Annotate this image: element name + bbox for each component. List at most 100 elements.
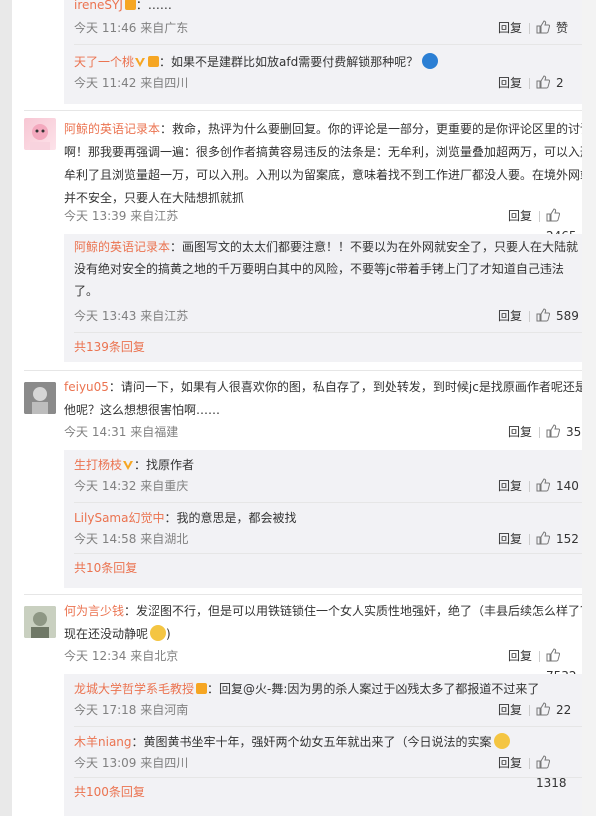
sub-comment-box: ireneSYJ ：…… 今天 11:46 来自广东 回复 赞 天了一个桃 ：如果不… xyxy=(64,0,594,104)
like-button[interactable]: 589 xyxy=(536,306,584,326)
reply-button[interactable]: 回复 xyxy=(498,18,522,38)
reply-button[interactable]: 回复 xyxy=(498,306,522,326)
like-button[interactable]: 152 xyxy=(536,529,584,549)
reply-button[interactable]: 回复 xyxy=(498,476,522,496)
comment-source: 来自江苏 xyxy=(140,309,189,323)
comment-meta: 今天 13:09 来自四川 回复 1318 xyxy=(74,753,584,790)
username-link[interactable]: LilySama幻觉中 xyxy=(74,511,164,525)
comment-time: 今天 13:39 xyxy=(64,209,127,223)
divider xyxy=(24,370,594,371)
avatar[interactable] xyxy=(24,118,56,150)
sub-comment-box: 龙城大学哲学系毛教授 ：回复@火-舞:因为男的杀人案过于凶残太多了都报道不过来了 … xyxy=(64,674,594,816)
comment-panel: ireneSYJ ：…… 今天 11:46 来自广东 回复 赞 天了一个桃 ：如果不… xyxy=(12,0,596,816)
username-link[interactable]: 阿鲸的英语记录本 xyxy=(74,240,170,254)
reply-button[interactable]: 回复 xyxy=(498,753,522,773)
like-button[interactable]: 140 xyxy=(536,476,584,496)
avatar[interactable] xyxy=(24,606,56,638)
comment-time: 今天 12:34 xyxy=(64,649,127,663)
more-replies-link[interactable]: 共139条回复 xyxy=(64,333,594,361)
reply-button[interactable]: 回复 xyxy=(498,529,522,549)
comment-source: 来自四川 xyxy=(140,756,189,770)
comment-text: ：…… xyxy=(135,0,172,12)
sub-comment: 龙城大学哲学系毛教授 ：回复@火-舞:因为男的杀人案过于凶残太多了都报道不过来了 … xyxy=(64,674,594,720)
reply-button[interactable]: 回复 xyxy=(498,700,522,720)
comment-source: 来自江苏 xyxy=(130,209,179,223)
member-badge-icon xyxy=(196,683,208,694)
comment-text: ：回复@火-舞:因为男的杀人案过于凶残太多了都报道不过来了 xyxy=(207,682,540,696)
more-replies-count: 139 xyxy=(86,340,109,354)
thumbs-up-icon xyxy=(536,308,550,322)
thumbs-up-icon xyxy=(536,702,550,716)
like-count: 152 xyxy=(556,532,579,546)
comment-text: ：请问一下，如果有人很喜欢你的图，私自存了，到处转发，到时候jc是找原画作者呢还… xyxy=(64,380,596,417)
sub-comment: LilySama幻觉中：我的意思是，都会被找 今天 14:58 来自湖北 回复 … xyxy=(64,503,594,549)
more-replies-link[interactable]: 共100条回复 xyxy=(64,778,594,806)
comment-time: 今天 11:46 xyxy=(74,21,137,35)
doraemon-emoji-icon xyxy=(422,53,439,69)
comment-meta: 今天 13:39 来自江苏 回复 2465 xyxy=(64,206,594,243)
comment-time: 今天 13:43 xyxy=(74,309,137,323)
username-link[interactable]: 木羊niang xyxy=(74,735,132,749)
scrollbar[interactable] xyxy=(582,0,596,816)
username-link[interactable]: 阿鲸的英语记录本 xyxy=(64,122,160,136)
thumbs-up-icon xyxy=(546,424,560,438)
comment-source: 来自湖北 xyxy=(140,532,189,546)
sub-comment-box: 生打杨枝 ：找原作者 今天 14:32 来自重庆 回复 140 LilySama幻… xyxy=(64,450,594,588)
separator xyxy=(529,705,530,716)
sub-comment: 木羊niang：黄图黄书坐牢十年，强奸两个幼女五年就出来了（今日说法的实案 今天… xyxy=(64,727,594,790)
separator xyxy=(539,427,540,438)
sub-comment: 天了一个桃 ：如果不是建群比如放afd需要付费解锁那种呢？ 今天 11:42 来自… xyxy=(64,45,594,93)
comment-source: 来自广东 xyxy=(140,21,189,35)
comment-meta: 今天 11:42 来自四川 回复 2 xyxy=(74,73,584,93)
like-count: 22 xyxy=(556,703,572,717)
reply-button[interactable]: 回复 xyxy=(508,422,532,442)
avatar[interactable] xyxy=(24,382,56,414)
more-replies-link[interactable]: 共10条回复 xyxy=(64,554,594,582)
like-count: 589 xyxy=(556,309,579,323)
member-badge-icon xyxy=(124,0,136,10)
reply-button[interactable]: 回复 xyxy=(508,206,532,226)
like-button[interactable]: 赞 xyxy=(536,18,584,38)
like-count: 赞 xyxy=(556,21,569,35)
thumbs-up-icon xyxy=(536,755,550,769)
username-link[interactable]: feiyu05 xyxy=(64,380,109,394)
more-replies-count: 10 xyxy=(86,561,102,575)
comment-source: 来自福建 xyxy=(130,425,179,439)
comment-text: ：我的意思是，都会被找 xyxy=(164,511,297,525)
comment-source: 来自河南 xyxy=(140,703,189,717)
username-link[interactable]: 何为言少钱 xyxy=(64,604,124,618)
comment-text: ：找原作者 xyxy=(134,458,195,472)
sub-comment-box: 阿鲸的英语记录本：画图写文的太太们都要注意！！不要以为在外网就安全了，只要人在大… xyxy=(64,234,594,362)
thumbs-up-icon xyxy=(536,75,550,89)
avatar-image xyxy=(24,606,56,638)
comment-meta: 今天 14:31 来自福建 回复 355 xyxy=(64,422,594,442)
thumbs-up-icon xyxy=(536,478,550,492)
reply-button[interactable]: 回复 xyxy=(508,646,532,666)
sub-comment: ireneSYJ ：…… 今天 11:46 来自广东 回复 赞 xyxy=(64,0,594,38)
comment-meta: 今天 13:43 来自江苏 回复 589 xyxy=(74,306,584,326)
comment-time: 今天 14:31 xyxy=(64,425,127,439)
sub-comment: 生打杨枝 ：找原作者 今天 14:32 来自重庆 回复 140 xyxy=(64,450,594,496)
comment-time: 今天 17:18 xyxy=(74,703,137,717)
verified-v-icon xyxy=(123,461,134,470)
more-replies-count: 100 xyxy=(86,785,109,799)
reply-button[interactable]: 回复 xyxy=(498,73,522,93)
separator xyxy=(529,758,530,769)
avatar-image xyxy=(30,124,50,150)
username-link[interactable]: 生打杨枝 xyxy=(74,458,122,472)
comment-meta: 今天 14:32 来自重庆 回复 140 xyxy=(74,476,584,496)
divider xyxy=(24,594,594,595)
like-button[interactable]: 22 xyxy=(536,700,584,720)
comment-time: 今天 11:42 xyxy=(74,76,137,90)
like-button[interactable]: 2 xyxy=(536,73,584,93)
thumbs-up-icon xyxy=(536,20,550,34)
username-link[interactable]: ireneSYJ xyxy=(74,0,123,12)
separator xyxy=(529,534,530,545)
username-link[interactable]: 天了一个桃 xyxy=(74,55,134,69)
comment-time: 今天 13:09 xyxy=(74,756,137,770)
separator xyxy=(529,78,530,89)
separator xyxy=(539,211,540,222)
comment-meta: 今天 11:46 来自广东 回复 赞 xyxy=(74,18,584,38)
comment-text: ：如果不是建群比如放afd需要付费解锁那种呢？ xyxy=(159,55,419,69)
username-link[interactable]: 龙城大学哲学系毛教授 xyxy=(74,682,194,696)
